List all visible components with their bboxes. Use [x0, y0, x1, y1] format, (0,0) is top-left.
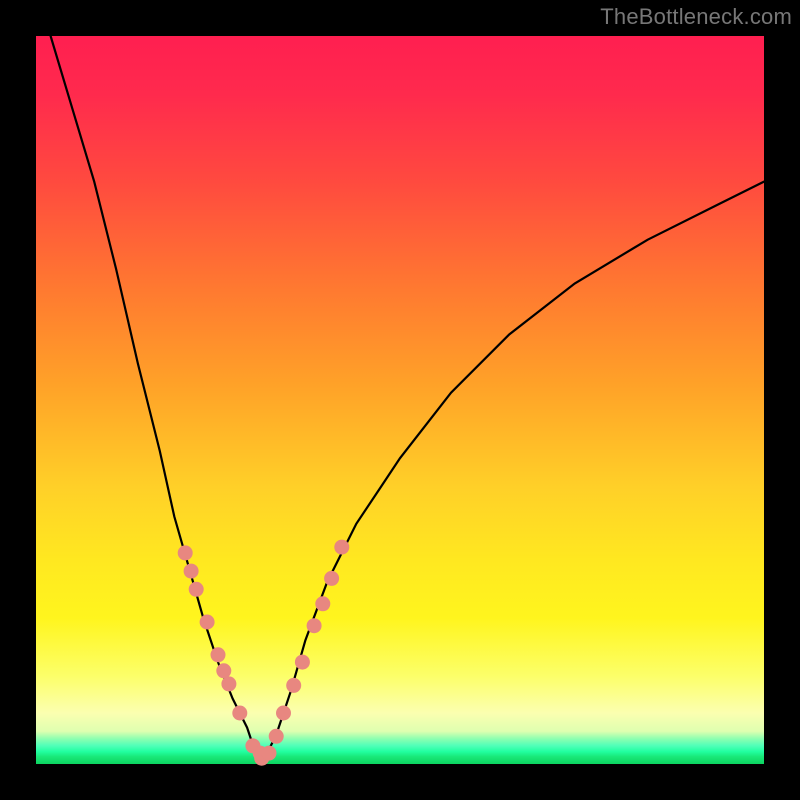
data-dot [286, 678, 301, 693]
curves-svg [36, 36, 764, 764]
data-dot [200, 615, 215, 630]
data-dot [334, 540, 349, 555]
data-dot [276, 706, 291, 721]
data-dot [178, 545, 193, 560]
data-dot [324, 571, 339, 586]
data-dot [221, 676, 236, 691]
data-dot [184, 564, 199, 579]
left-dots [178, 545, 268, 760]
watermark-text: TheBottleneck.com [600, 4, 792, 30]
left-curve [51, 36, 262, 764]
data-dot [262, 746, 277, 761]
chart-frame: TheBottleneck.com [0, 0, 800, 800]
data-dot [269, 729, 284, 744]
data-dot [211, 647, 226, 662]
plot-area [36, 36, 764, 764]
data-dot [307, 618, 322, 633]
right-curve-path [262, 182, 764, 764]
data-dot [189, 582, 204, 597]
data-dot [232, 706, 247, 721]
left-curve-path [51, 36, 262, 764]
data-dot [295, 655, 310, 670]
data-dot [216, 663, 231, 678]
right-curve [262, 182, 764, 764]
data-dot [315, 596, 330, 611]
